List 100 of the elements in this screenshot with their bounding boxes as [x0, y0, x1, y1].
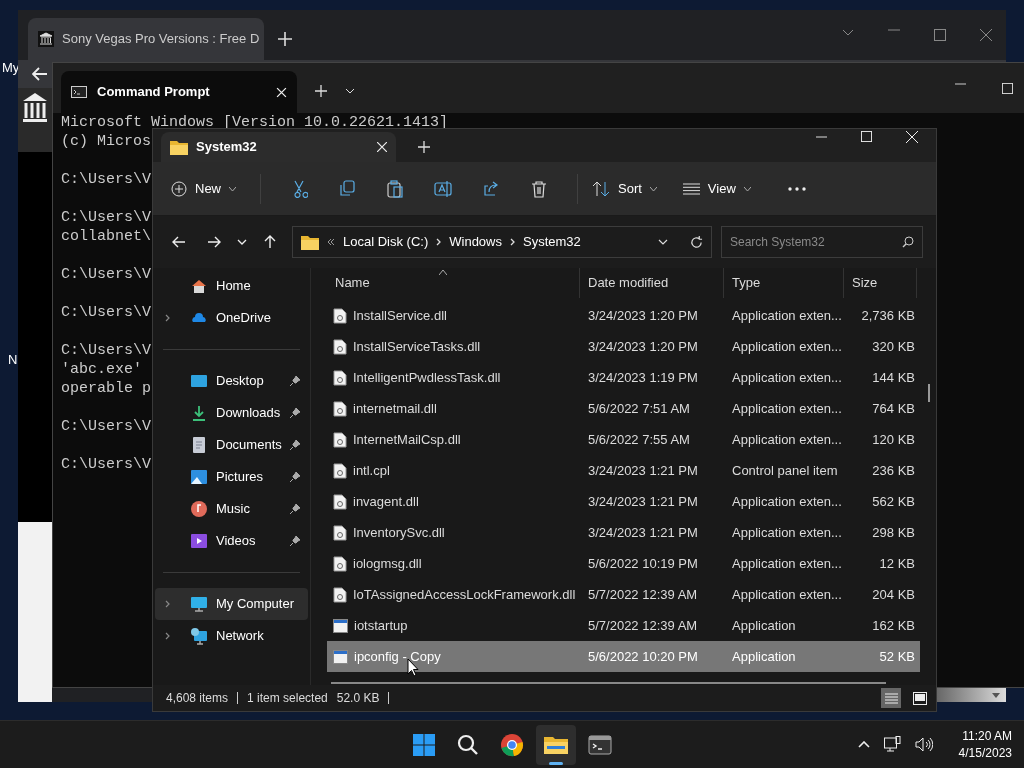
explorer-tab[interactable]: System32: [161, 132, 396, 162]
file-name: ipconfig - Copy: [354, 647, 441, 666]
nav-item[interactable]: Music: [155, 493, 308, 525]
terminal-line: Microsoft Windows [Version 10.0.22621.1413]: [61, 113, 449, 132]
new-tab-icon[interactable]: [278, 32, 292, 46]
terminal-tab[interactable]: Command Prompt: [61, 71, 297, 113]
type-cell: Application exten...: [732, 307, 842, 323]
date-cell: 3/24/2023 1:19 PM: [588, 369, 698, 385]
file-row[interactable]: InventorySvc.dll 3/24/2023 1:21 PM Application exten... 298 KB: [327, 517, 920, 548]
dropdown-arrow-icon[interactable]: [992, 692, 1000, 698]
chevron-right-icon[interactable]: [165, 314, 170, 322]
column-header[interactable]: Type: [724, 268, 844, 298]
file-icon: [333, 493, 347, 510]
taskbar-app-button[interactable]: [536, 724, 576, 765]
volume-icon[interactable]: [914, 737, 933, 752]
new-tab-icon[interactable]: [315, 85, 327, 97]
nav-item[interactable]: Desktop: [155, 365, 308, 397]
address-bar[interactable]: Local Disk (C:) Windows System32: [292, 226, 712, 258]
nav-item[interactable]: Documents: [155, 429, 308, 461]
column-header[interactable]: Name: [327, 268, 580, 298]
forward-arrow-icon[interactable]: [207, 236, 221, 248]
picture-icon: [190, 468, 208, 486]
size-cell: 2,736 KB: [861, 307, 915, 323]
nav-item[interactable]: Home: [155, 270, 308, 302]
trash-icon: [530, 179, 548, 198]
file-row[interactable]: InternetMailCsp.dll 5/6/2022 7:55 AM Application exten... 120 KB: [327, 424, 920, 455]
nav-item[interactable]: Videos: [155, 525, 308, 557]
back-arrow-icon[interactable]: [172, 236, 186, 248]
selection-size: 52.0 KB: [336, 690, 380, 707]
desktop-icon-label[interactable]: N: [8, 350, 18, 370]
browser-tab[interactable]: Sony Vegas Pro Versions : Free D: [28, 18, 264, 60]
date-cell: 5/7/2022 12:39 AM: [588, 586, 698, 602]
search-icon: [902, 236, 914, 248]
desktop-icon-label[interactable]: My: [2, 58, 20, 78]
size-cell: 236 KB: [872, 462, 915, 478]
file-row[interactable]: internetmail.dll 5/6/2022 7:51 AM Application exten... 764 KB: [327, 393, 920, 424]
column-header[interactable]: Size: [844, 268, 917, 298]
search-field[interactable]: Search System32: [721, 226, 923, 258]
terminal-line: C:\Users\V: [61, 455, 151, 474]
file-row[interactable]: ipconfig - Copy 5/6/2022 10:20 PM Application 52 KB: [327, 641, 920, 672]
column-header[interactable]: Date modified: [580, 268, 724, 298]
file-row[interactable]: IoTAssignedAccessLockFramework.dll 5/7/2022 12:39 AM Application exten... 204 KB: [327, 579, 920, 610]
terminal-line: C:\Users\V: [61, 417, 151, 436]
terminal-line: C:\Users\V: [61, 265, 151, 284]
clock-date[interactable]: 4/15/2023: [958, 744, 1012, 762]
network-icon: [190, 627, 208, 645]
file-icon: [333, 400, 347, 417]
caret-icon: [229, 186, 236, 191]
breadcrumb-item[interactable]: System32: [523, 232, 581, 252]
terminal-line: C:\Users\V: [61, 303, 151, 322]
chevron-up-icon[interactable]: [857, 741, 870, 748]
nav-label: OneDrive: [216, 309, 272, 328]
file-row[interactable]: IntelligentPwdlessTask.dll 3/24/2023 1:19 PM Application exten... 144 KB: [327, 362, 920, 393]
download-icon: [190, 404, 208, 422]
chevron-right-icon[interactable]: [165, 632, 170, 640]
date-cell: 3/24/2023 1:21 PM: [588, 462, 698, 478]
nav-item[interactable]: OneDrive: [155, 302, 308, 334]
file-row[interactable]: iologmsg.dll 5/6/2022 10:19 PM Application exten... 12 KB: [327, 548, 920, 579]
file-row[interactable]: iotstartup 5/7/2022 12:39 AM Application 162 KB: [327, 610, 920, 641]
nav-label: Desktop: [216, 372, 265, 391]
music-icon: [190, 500, 208, 518]
chevron-right-icon: [510, 238, 515, 246]
file-row[interactable]: InstallServiceTasks.dll 3/24/2023 1:20 PM Application exten... 320 KB: [327, 331, 920, 362]
date-cell: 5/6/2022 7:55 AM: [588, 431, 690, 447]
nav-item[interactable]: Network: [155, 620, 308, 652]
type-cell: Application: [732, 617, 796, 633]
sort-arrows-icon: [592, 180, 610, 197]
file-row[interactable]: invagent.dll 3/24/2023 1:21 PM Application exten... 562 KB: [327, 486, 920, 517]
breadcrumb-item[interactable]: Windows: [449, 232, 502, 252]
up-arrow-icon[interactable]: [264, 235, 276, 249]
nav-item[interactable]: Downloads: [155, 397, 308, 429]
sort-button[interactable]: Sort: [592, 172, 667, 205]
date-cell: 3/24/2023 1:21 PM: [588, 493, 698, 509]
chevron-right-icon[interactable]: [165, 600, 170, 608]
nav-item[interactable]: My Computer: [155, 588, 308, 620]
file-icon: [333, 369, 347, 386]
horizontal-scrollbar[interactable]: [331, 682, 886, 684]
terminal-line: 'abc.exe': [61, 360, 142, 379]
details-view-button[interactable]: [881, 688, 901, 708]
file-icon: [333, 431, 347, 448]
nav-label: Network: [216, 627, 265, 646]
file-row[interactable]: intl.cpl 3/24/2023 1:21 PM Control panel item 236 KB: [327, 455, 920, 486]
refresh-icon[interactable]: [690, 235, 703, 249]
breadcrumb-item[interactable]: Local Disk (C:): [343, 232, 429, 252]
file-icon: [333, 555, 347, 572]
file-name: intl.cpl: [353, 461, 390, 480]
vertical-scrollbar[interactable]: [928, 384, 930, 402]
monitor-icon: [190, 595, 208, 613]
terminal-line: C:\Users\V: [61, 208, 151, 227]
nav-item[interactable]: Pictures: [155, 461, 308, 493]
type-cell: Control panel item: [732, 462, 838, 478]
back-arrow-icon[interactable]: [32, 67, 48, 81]
wired-network-icon[interactable]: [883, 736, 901, 753]
new-tab-icon[interactable]: [418, 141, 430, 153]
view-button[interactable]: View: [682, 172, 761, 205]
new-button[interactable]: New: [171, 172, 246, 205]
terminal-line: operable p: [61, 379, 151, 398]
pin-icon: [290, 440, 300, 450]
file-row[interactable]: InstallService.dll 3/24/2023 1:20 PM Application exten... 2,736 KB: [327, 300, 920, 331]
clock-time[interactable]: 11:20 AM: [962, 727, 1012, 745]
